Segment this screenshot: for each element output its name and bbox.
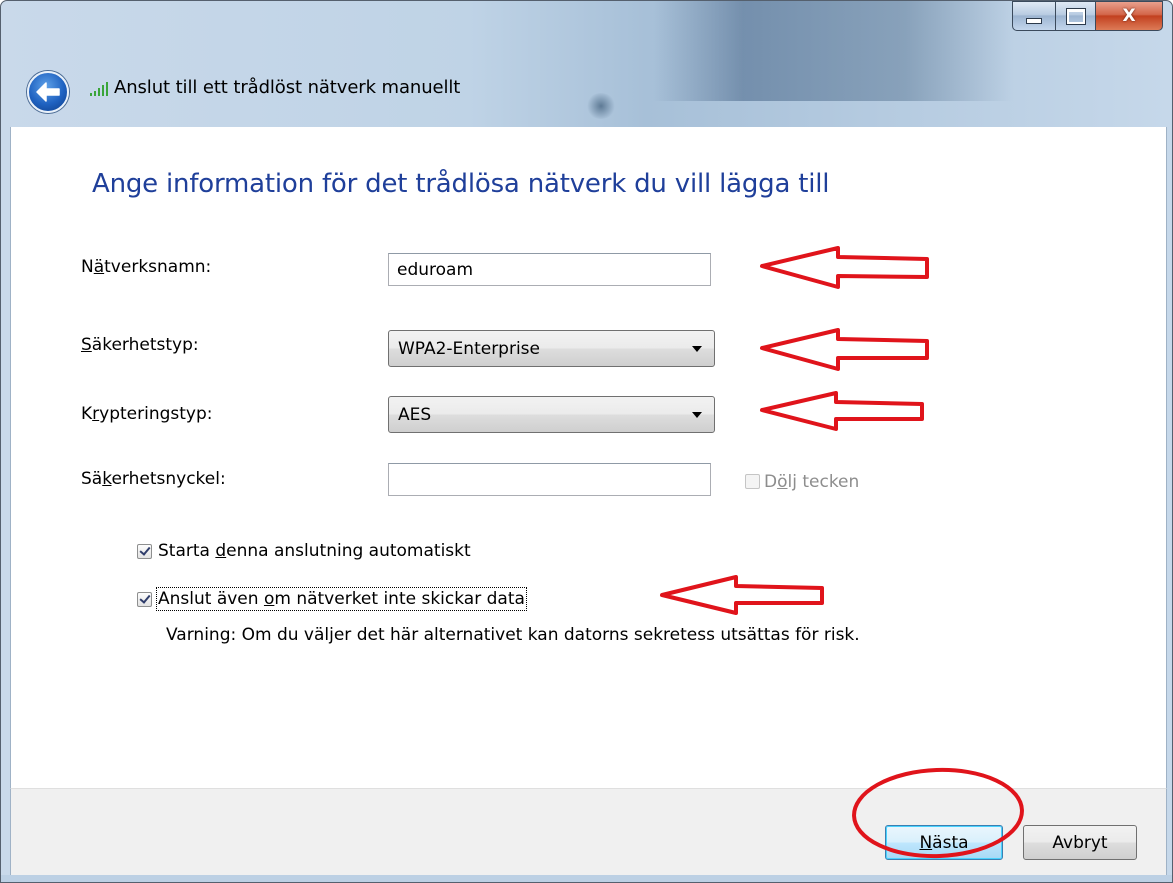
back-button[interactable] — [27, 71, 69, 113]
security-key-label: Säkerhetsnyckel: — [81, 469, 226, 489]
encryption-type-value: AES — [398, 405, 432, 425]
network-name-label: Nätverksnamn: — [81, 257, 212, 277]
hide-chars-label: Dölj tecken — [764, 472, 860, 492]
wireless-signal-icon — [90, 82, 108, 96]
maximize-icon — [1065, 7, 1086, 25]
auto-start-checkbox[interactable] — [137, 544, 152, 559]
aero-glass-gradient — [653, 1, 1013, 101]
connect-even-checkbox[interactable] — [137, 592, 152, 607]
back-arrow-icon — [36, 82, 60, 102]
dialog-window: X Anslut till ett trådlöst nätverk manue… — [0, 0, 1173, 883]
minimize-button[interactable] — [1012, 1, 1056, 31]
content-area: Ange information för det trådlösa nätver… — [10, 127, 1167, 788]
next-button[interactable]: Nästa — [885, 825, 1003, 860]
minimize-icon — [1026, 18, 1042, 24]
security-type-value: WPA2-Enterprise — [398, 339, 541, 359]
network-name-input[interactable]: eduroam — [388, 253, 711, 286]
connect-even-label: Anslut även om nätverket inte skickar da… — [156, 587, 527, 611]
chevron-down-icon — [692, 346, 702, 352]
cancel-button[interactable]: Avbryt — [1023, 825, 1137, 860]
close-button[interactable]: X — [1096, 1, 1163, 31]
privacy-warning-text: Varning: Om du väljer det här alternativ… — [166, 625, 860, 645]
button-bar: Nästa Avbryt — [10, 788, 1167, 876]
security-type-select[interactable]: WPA2-Enterprise — [388, 330, 715, 367]
aero-glass-highlight — [586, 93, 616, 119]
window-frame-bottom — [1, 875, 1172, 882]
caption-buttons: X — [1012, 1, 1163, 32]
encryption-type-label: Krypteringstyp: — [81, 404, 213, 424]
security-type-label: Säkerhetstyp: — [81, 335, 199, 355]
encryption-type-select[interactable]: AES — [388, 396, 715, 433]
auto-start-label: Starta denna anslutning automatiskt — [158, 541, 471, 561]
chevron-down-icon — [692, 412, 702, 418]
window-title: Anslut till ett trådlöst nätverk manuell… — [114, 77, 461, 98]
security-key-input[interactable] — [388, 463, 711, 496]
maximize-button[interactable] — [1056, 1, 1096, 31]
hide-chars-checkbox[interactable] — [745, 474, 760, 489]
page-heading: Ange information för det trådlösa nätver… — [92, 169, 830, 199]
close-icon: X — [1122, 6, 1136, 26]
